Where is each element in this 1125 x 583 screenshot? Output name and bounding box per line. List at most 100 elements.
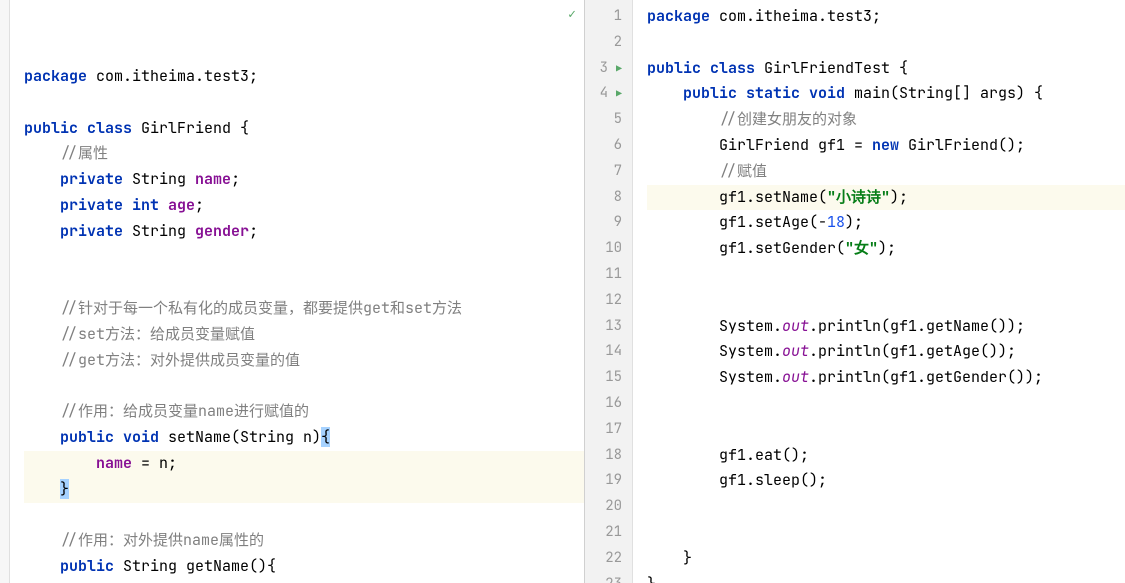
code-line[interactable]: System.out.println(gf1.getName()); bbox=[647, 314, 1125, 340]
code-line[interactable]: gf1.eat(); bbox=[647, 443, 1125, 469]
code-token: new bbox=[872, 135, 908, 155]
code-token: .println(gf1.getName()); bbox=[809, 316, 1025, 336]
code-line[interactable]: package com.itheima.test3; bbox=[24, 64, 584, 90]
code-line[interactable] bbox=[647, 30, 1125, 56]
line-number: 22 bbox=[605, 546, 622, 572]
code-line[interactable]: } bbox=[24, 477, 584, 503]
line-number: 14 bbox=[605, 339, 622, 365]
code-token bbox=[24, 324, 60, 344]
code-line[interactable]: //针对于每一个私有化的成员变量，都要提供get和set方法 bbox=[24, 296, 584, 322]
code-line[interactable] bbox=[647, 288, 1125, 314]
gutter-line: 7 bbox=[593, 159, 622, 185]
line-number: 11 bbox=[605, 262, 622, 288]
code-token: System. bbox=[647, 341, 782, 361]
code-token: out bbox=[782, 367, 809, 387]
code-token bbox=[24, 479, 60, 499]
code-token: public class bbox=[24, 118, 141, 138]
code-token: //针对于每一个私有化的成员变量，都要提供get和set方法 bbox=[60, 298, 462, 318]
code-token: //作用：给成员变量name进行赋值的 bbox=[60, 401, 309, 421]
code-line[interactable]: System.out.println(gf1.getGender()); bbox=[647, 365, 1125, 391]
gutter-line: 2 bbox=[593, 30, 622, 56]
code-line[interactable]: public class GirlFriend { bbox=[24, 116, 584, 142]
code-token: .println(gf1.getAge()); bbox=[809, 341, 1016, 361]
code-token: public void bbox=[60, 427, 168, 447]
code-token: .println(gf1.getGender()); bbox=[809, 367, 1043, 387]
line-number: 1 bbox=[614, 4, 622, 30]
code-line[interactable]: GirlFriend gf1 = new GirlFriend(); bbox=[647, 133, 1125, 159]
code-token bbox=[647, 161, 719, 181]
line-number: 13 bbox=[605, 314, 622, 340]
code-line[interactable]: public class GirlFriendTest { bbox=[647, 56, 1125, 82]
gutter-line: 13 bbox=[593, 314, 622, 340]
code-token: out bbox=[782, 341, 809, 361]
code-line[interactable] bbox=[647, 262, 1125, 288]
code-line[interactable]: private int age; bbox=[24, 193, 584, 219]
code-line[interactable] bbox=[24, 374, 584, 400]
gutter-line: 3▶ bbox=[593, 56, 622, 82]
code-token: GirlFriend(); bbox=[908, 135, 1025, 155]
code-line[interactable]: gf1.setName("小诗诗"); bbox=[647, 185, 1125, 211]
code-token: ; bbox=[231, 169, 240, 189]
code-token: 18 bbox=[827, 212, 845, 232]
code-line[interactable] bbox=[647, 417, 1125, 443]
code-line[interactable] bbox=[647, 494, 1125, 520]
run-gutter-icon[interactable]: ▶ bbox=[616, 81, 622, 107]
line-number: 16 bbox=[605, 391, 622, 417]
code-token: } bbox=[647, 574, 656, 583]
code-line[interactable]: //作用：对外提供name属性的 bbox=[24, 528, 584, 554]
code-token: String bbox=[132, 169, 195, 189]
code-line[interactable] bbox=[24, 270, 584, 296]
code-line[interactable]: public void setName(String n){ bbox=[24, 425, 584, 451]
run-gutter-icon[interactable]: ▶ bbox=[616, 56, 622, 82]
code-line[interactable] bbox=[647, 520, 1125, 546]
code-area-left[interactable]: ✓ package com.itheima.test3; public clas… bbox=[10, 0, 584, 583]
code-line[interactable]: private String gender; bbox=[24, 219, 584, 245]
code-line[interactable]: private String name; bbox=[24, 167, 584, 193]
code-token bbox=[24, 221, 60, 241]
code-line[interactable]: public String getName(){ bbox=[24, 554, 584, 580]
code-line[interactable]: package com.itheima.test3; bbox=[647, 4, 1125, 30]
code-token: gender bbox=[195, 221, 249, 241]
code-line[interactable] bbox=[24, 503, 584, 529]
code-line[interactable] bbox=[24, 90, 584, 116]
code-line[interactable]: } bbox=[647, 572, 1125, 583]
code-line[interactable]: name = n; bbox=[24, 451, 584, 477]
code-line[interactable]: gf1.setAge(-18); bbox=[647, 210, 1125, 236]
line-number: 15 bbox=[605, 365, 622, 391]
code-line[interactable]: //属性 bbox=[24, 141, 584, 167]
code-token bbox=[24, 427, 60, 447]
editor-left[interactable]: ✓ package com.itheima.test3; public clas… bbox=[0, 0, 584, 583]
code-token: gf1.setAge(- bbox=[647, 212, 827, 232]
line-number: 9 bbox=[614, 210, 622, 236]
code-line[interactable]: //作用：给成员变量name进行赋值的 bbox=[24, 399, 584, 425]
code-line[interactable]: //赋值 bbox=[647, 159, 1125, 185]
gutter-line: 15 bbox=[593, 365, 622, 391]
line-number: 12 bbox=[605, 288, 622, 314]
gutter-line: 21 bbox=[593, 520, 622, 546]
code-line[interactable]: } bbox=[647, 546, 1125, 572]
code-token: "女" bbox=[845, 238, 878, 258]
code-line[interactable]: //set方法：给成员变量赋值 bbox=[24, 322, 584, 348]
code-token: //赋值 bbox=[719, 161, 767, 181]
code-line[interactable]: gf1.sleep(); bbox=[647, 468, 1125, 494]
code-token: gf1.sleep(); bbox=[647, 470, 827, 490]
code-line[interactable] bbox=[647, 391, 1125, 417]
code-token: private bbox=[60, 221, 132, 241]
code-line[interactable]: //创建女朋友的对象 bbox=[647, 107, 1125, 133]
line-number: 4 bbox=[600, 81, 608, 107]
code-token: = n; bbox=[132, 453, 177, 473]
code-line[interactable]: public static void main(String[] args) { bbox=[647, 81, 1125, 107]
editor-right[interactable]: 123▶4▶567891011121314151617181920212223 … bbox=[585, 0, 1125, 583]
code-token: System. bbox=[647, 316, 782, 336]
editor-pane-left: ✓ package com.itheima.test3; public clas… bbox=[0, 0, 585, 583]
code-token: setName(String n) bbox=[168, 427, 321, 447]
code-token bbox=[24, 401, 60, 421]
code-line[interactable]: //get方法：对外提供成员变量的值 bbox=[24, 348, 584, 374]
code-line[interactable]: gf1.setGender("女"); bbox=[647, 236, 1125, 262]
code-area-right[interactable]: package com.itheima.test3; public class … bbox=[633, 0, 1125, 583]
line-number: 8 bbox=[614, 185, 622, 211]
code-line[interactable] bbox=[24, 245, 584, 271]
code-line[interactable]: System.out.println(gf1.getAge()); bbox=[647, 339, 1125, 365]
code-token bbox=[24, 556, 60, 576]
code-token bbox=[24, 298, 60, 318]
